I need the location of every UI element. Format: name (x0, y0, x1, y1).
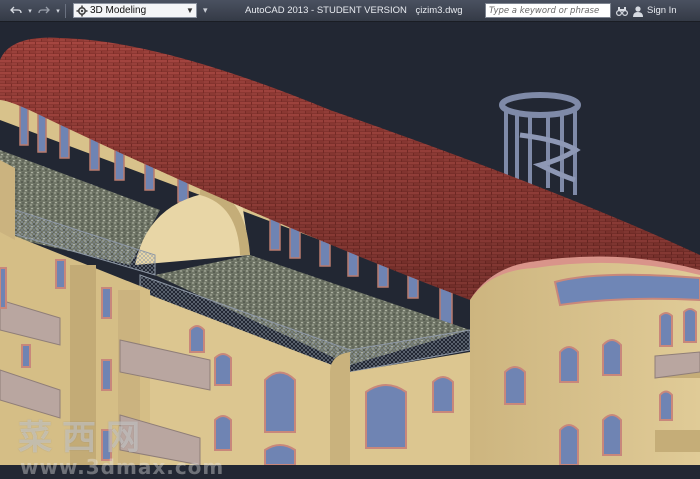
communication-center-button[interactable] (614, 3, 630, 19)
binoculars-icon (616, 7, 628, 16)
chevron-down-icon: ▼ (186, 6, 194, 15)
customize-toolbar-icon[interactable]: ▾ (203, 5, 208, 16)
redo-button[interactable] (36, 3, 52, 19)
gear-icon (76, 5, 88, 16)
user-account-button[interactable] (630, 3, 646, 19)
undo-icon (10, 6, 22, 13)
search-input[interactable] (485, 3, 611, 18)
app-title-text: AutoCAD 2013 - STUDENT VERSION (245, 5, 407, 16)
user-icon (633, 6, 643, 17)
file-name: çizim3.dwg (415, 5, 463, 16)
undo-dropdown[interactable]: ▾ (26, 3, 34, 19)
drawing-viewport[interactable]: 菜西网 www.3dmax.com (0, 22, 700, 478)
building-3d-render (0, 37, 700, 465)
redo-icon (38, 6, 50, 13)
window-title: AutoCAD 2013 - STUDENT VERSION çizim3.dw… (245, 0, 463, 22)
workspace-label: 3D Modeling (90, 5, 147, 16)
sign-in-button[interactable]: Sign In (647, 0, 677, 22)
redo-dropdown[interactable]: ▾ (54, 3, 62, 19)
application-menu-button[interactable] (2, 3, 6, 19)
toolbar-separator (65, 3, 66, 18)
workspace-dropdown[interactable]: 3D Modeling ▼ (73, 3, 197, 18)
undo-button[interactable] (8, 3, 24, 19)
